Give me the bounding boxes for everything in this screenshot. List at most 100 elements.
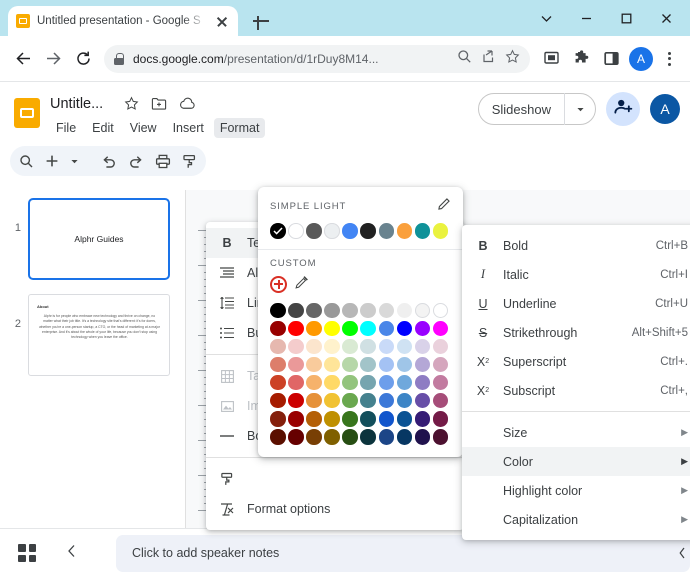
color-swatch[interactable] [378, 411, 395, 427]
context-menu-item-bold[interactable]: B Bold Ctrl+B [462, 231, 690, 260]
color-swatch[interactable] [270, 374, 286, 391]
color-swatch[interactable] [396, 320, 413, 337]
slide-thumbnail[interactable]: Alphr Guides [28, 198, 170, 280]
color-swatch[interactable] [306, 338, 322, 355]
color-swatch[interactable] [306, 392, 322, 409]
color-swatch[interactable] [432, 411, 449, 427]
menu-view[interactable]: View [124, 118, 163, 138]
color-picker-panel[interactable]: SIMPLE LIGHT CUSTOM [258, 187, 463, 457]
color-swatch[interactable] [288, 411, 304, 427]
speaker-notes-input[interactable]: Click to add speaker notes [116, 534, 674, 572]
close-icon[interactable] [646, 0, 686, 36]
chevron-down-icon[interactable] [526, 0, 566, 36]
color-swatch[interactable] [324, 411, 340, 427]
context-menu-item-size[interactable]: Size ▶ [462, 418, 690, 447]
color-swatch[interactable] [342, 338, 358, 355]
context-menu-item-underline[interactable]: U Underline Ctrl+U [462, 289, 690, 318]
color-swatch[interactable] [306, 374, 322, 391]
color-swatch[interactable] [324, 429, 340, 445]
color-swatch[interactable] [342, 429, 358, 445]
text-format-context-menu[interactable]: B Bold Ctrl+B I Italic Ctrl+I U Underlin… [462, 225, 690, 540]
cloud-saved-icon[interactable] [179, 97, 196, 116]
paint-format-icon[interactable] [182, 154, 197, 169]
menu-format[interactable]: Format [213, 118, 266, 138]
color-swatch[interactable] [342, 374, 358, 391]
context-menu-item-highlight-color[interactable]: Highlight color ▶ [462, 476, 690, 505]
color-swatch[interactable] [414, 320, 431, 337]
color-swatch[interactable] [360, 429, 376, 445]
browser-profile-avatar[interactable]: A [626, 44, 656, 74]
color-swatch[interactable] [432, 356, 449, 373]
color-swatch-theme-8[interactable] [414, 223, 431, 239]
color-swatch[interactable] [414, 302, 431, 318]
color-swatch[interactable] [306, 320, 322, 337]
chevron-left-icon[interactable] [66, 544, 78, 563]
share-icon[interactable] [481, 49, 496, 69]
add-icon[interactable] [45, 154, 59, 168]
color-swatch[interactable] [432, 429, 449, 445]
color-swatch[interactable] [396, 338, 413, 355]
grid-view-icon[interactable] [18, 544, 36, 562]
color-swatch[interactable] [270, 392, 286, 409]
color-swatch[interactable] [414, 338, 431, 355]
maximize-icon[interactable] [606, 0, 646, 36]
color-swatch[interactable] [432, 338, 449, 355]
color-swatch[interactable] [270, 356, 286, 373]
color-swatch[interactable] [396, 356, 413, 373]
color-swatch[interactable] [288, 320, 304, 337]
cast-icon[interactable] [536, 44, 566, 74]
color-swatch[interactable] [342, 302, 358, 318]
color-swatch[interactable] [396, 302, 413, 318]
color-swatch[interactable] [360, 356, 376, 373]
color-swatch[interactable] [270, 429, 286, 445]
color-swatch[interactable] [324, 302, 340, 318]
document-title[interactable]: Untitle... [50, 96, 103, 112]
color-swatch[interactable] [306, 429, 322, 445]
color-swatch[interactable] [342, 356, 358, 373]
color-swatch[interactable] [414, 374, 431, 391]
slide-filmstrip[interactable]: 1 Alphr Guides 2 About Alphr is for peop… [0, 190, 186, 528]
context-menu-item-italic[interactable]: I Italic Ctrl+I [462, 260, 690, 289]
eyedropper-icon[interactable] [295, 275, 309, 294]
color-swatch[interactable] [378, 429, 395, 445]
list-item[interactable]: 2 About Alphr is for people who embrace … [8, 294, 170, 376]
context-menu-item-subscript[interactable]: X2 Subscript Ctrl+, [462, 376, 690, 405]
sidepanel-icon[interactable] [596, 44, 626, 74]
search-icon[interactable] [457, 49, 472, 69]
forward-arrow-icon[interactable] [38, 44, 68, 74]
color-swatch[interactable] [288, 338, 304, 355]
user-avatar[interactable]: A [650, 94, 680, 124]
color-swatch[interactable] [360, 302, 376, 318]
color-swatch-theme-9[interactable] [432, 223, 449, 239]
color-swatch[interactable] [288, 356, 304, 373]
color-swatch[interactable] [414, 392, 431, 409]
star-icon[interactable] [505, 48, 520, 69]
slideshow-button[interactable]: Slideshow [477, 93, 596, 125]
color-swatch[interactable] [414, 356, 431, 373]
extensions-icon[interactable] [566, 44, 596, 74]
color-swatch[interactable] [306, 411, 322, 427]
move-to-folder-icon[interactable] [151, 96, 167, 116]
color-swatch[interactable] [324, 356, 340, 373]
color-swatch[interactable] [360, 374, 376, 391]
color-swatch[interactable] [342, 411, 358, 427]
minimize-icon[interactable] [566, 0, 606, 36]
color-swatch-theme-6[interactable] [378, 223, 395, 239]
color-swatch-theme-4[interactable] [342, 223, 358, 239]
color-swatch-theme-1[interactable] [288, 223, 304, 239]
caret-down-icon[interactable] [70, 157, 79, 166]
color-swatch[interactable] [432, 302, 449, 318]
color-swatch[interactable] [396, 392, 413, 409]
color-swatch[interactable] [270, 338, 286, 355]
color-swatch[interactable] [378, 302, 395, 318]
color-swatch[interactable] [432, 320, 449, 337]
color-swatch[interactable] [360, 411, 376, 427]
back-arrow-icon[interactable] [8, 44, 38, 74]
pencil-icon[interactable] [438, 197, 451, 215]
browser-tab[interactable]: Untitled presentation - Google S [8, 6, 238, 36]
menu-file[interactable]: File [50, 118, 82, 138]
color-swatch-theme-5[interactable] [360, 223, 376, 239]
color-swatch[interactable] [396, 429, 413, 445]
color-swatch[interactable] [288, 302, 304, 318]
format-menu-item-clear-formatting[interactable]: Format options [206, 494, 464, 524]
